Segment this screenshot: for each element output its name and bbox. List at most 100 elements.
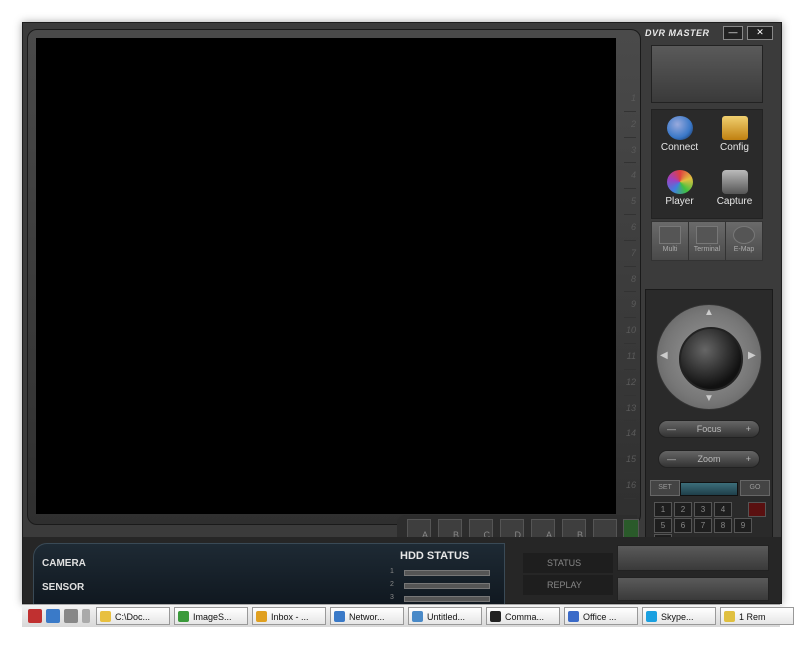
taskbar-item[interactable]: ImageS... xyxy=(174,607,248,625)
taskbar-item-label: Office ... xyxy=(583,612,617,622)
replay-tab[interactable]: REPLAY xyxy=(523,575,613,595)
channel-button[interactable]: 8 xyxy=(624,267,636,293)
video-frame: 1 2 3 4 5 6 7 8 9 10 11 12 13 14 15 16 xyxy=(27,29,641,525)
emap-label: E-Map xyxy=(733,246,755,253)
close-button[interactable]: ✕ xyxy=(747,26,773,40)
channel-button[interactable]: 13 xyxy=(624,396,636,422)
taskbar-app-icon xyxy=(178,611,189,622)
arrow-down-icon[interactable]: ▼ xyxy=(704,393,714,404)
arrow-up-icon[interactable]: ▲ xyxy=(704,307,714,318)
camera-label: CAMERA xyxy=(42,558,86,569)
channel-button[interactable]: 5 xyxy=(624,189,636,215)
preset-key[interactable]: 8 xyxy=(714,518,732,533)
preset-key[interactable]: 5 xyxy=(654,518,672,533)
config-button[interactable]: Config xyxy=(707,110,762,164)
sub-function-panel: Multi Terminal E-Map xyxy=(651,221,763,261)
player-button[interactable]: Player xyxy=(652,164,707,218)
ptz-joystick[interactable] xyxy=(679,327,743,391)
channel-button[interactable]: 7 xyxy=(624,241,636,267)
channel-button[interactable]: 10 xyxy=(624,318,636,344)
taskbar-app-icon xyxy=(256,611,267,622)
quicklaunch-vlc-icon[interactable] xyxy=(28,609,42,623)
taskbar-item[interactable]: Untitled... xyxy=(408,607,482,625)
zoom-control[interactable]: — Zoom + xyxy=(658,450,760,468)
channel-button[interactable]: 4 xyxy=(624,163,636,190)
channel-button[interactable]: 6 xyxy=(624,215,636,241)
function-panel: Connect Config Player Capture xyxy=(651,109,763,219)
channel-button[interactable]: 2 xyxy=(624,112,636,138)
hdd-status-title: HDD STATUS xyxy=(400,550,470,562)
focus-plus[interactable]: + xyxy=(746,421,751,437)
video-display[interactable] xyxy=(36,38,616,514)
channel-button[interactable]: 1 xyxy=(624,86,636,112)
preset-key[interactable]: 3 xyxy=(694,502,712,517)
channel-button[interactable]: 12 xyxy=(624,370,636,396)
compass-icon xyxy=(733,226,755,244)
focus-label: Focus xyxy=(696,424,722,434)
sensor-label: SENSOR xyxy=(42,582,85,593)
taskbar-app-icon xyxy=(724,611,735,622)
taskbar-item-label: Untitled... xyxy=(427,612,466,622)
quicklaunch-more-icon[interactable] xyxy=(82,609,90,623)
set-button[interactable]: SET xyxy=(650,480,680,496)
taskbar-item[interactable]: Office ... xyxy=(564,607,638,625)
player-label: Player xyxy=(665,196,694,207)
taskbar-item[interactable]: Skype... xyxy=(642,607,716,625)
taskbar-item-label: Networ... xyxy=(349,612,385,622)
channel-button[interactable]: 9 xyxy=(624,292,636,319)
channel-button[interactable]: 11 xyxy=(624,344,636,370)
quicklaunch-ie-icon[interactable] xyxy=(46,609,60,623)
zoom-minus[interactable]: — xyxy=(667,451,676,467)
quicklaunch-tool-icon[interactable] xyxy=(64,609,78,623)
zoom-plus[interactable]: + xyxy=(746,451,751,467)
taskbar-app-icon xyxy=(646,611,657,622)
taskbar-item[interactable]: 1 Rem xyxy=(720,607,794,625)
preset-key[interactable]: 9 xyxy=(734,518,752,533)
preset-key[interactable]: 4 xyxy=(714,502,732,517)
status-tab[interactable]: STATUS xyxy=(523,553,613,573)
windows-taskbar: C:\Doc... ImageS... Inbox - ... Networ... Un… xyxy=(22,604,794,627)
terminal-icon xyxy=(696,226,718,244)
preset-key[interactable]: 7 xyxy=(694,518,712,533)
config-icon xyxy=(721,116,748,140)
channel-button[interactable]: 15 xyxy=(624,447,636,473)
channel-button[interactable]: 14 xyxy=(624,421,636,448)
minimize-button[interactable]: — xyxy=(723,26,743,40)
hdd-bar xyxy=(404,596,490,602)
globe-icon xyxy=(666,116,693,140)
arrow-right-icon[interactable]: ▶ xyxy=(748,350,756,361)
focus-minus[interactable]: — xyxy=(667,421,676,437)
taskbar-item[interactable]: Inbox - ... xyxy=(252,607,326,625)
emap-button[interactable]: E-Map xyxy=(725,221,763,261)
taskbar-item[interactable]: Comma... xyxy=(486,607,560,625)
camera-sensor-panel: CAMERA SENSOR HDD STATUS 1 2 3 xyxy=(33,543,505,605)
right-status-box xyxy=(617,545,769,571)
arrow-left-icon[interactable]: ◀ xyxy=(660,350,668,361)
hdd-bar xyxy=(404,570,490,576)
taskbar-item[interactable]: Networ... xyxy=(330,607,404,625)
taskbar-item-label: Comma... xyxy=(505,612,545,622)
preset-key[interactable]: 2 xyxy=(674,502,692,517)
channel-button[interactable]: 16 xyxy=(624,473,636,499)
taskbar-item-label: ImageS... xyxy=(193,612,232,622)
multi-button[interactable]: Multi xyxy=(651,221,689,261)
clear-key[interactable] xyxy=(748,502,766,517)
go-button[interactable]: GO xyxy=(740,480,770,496)
channel-button[interactable]: 3 xyxy=(624,138,636,164)
multi-label: Multi xyxy=(662,246,678,253)
right-replay-box xyxy=(617,577,769,601)
preset-key[interactable]: 1 xyxy=(654,502,672,517)
ptz-direction-ring[interactable]: ▲ ▼ ◀ ▶ xyxy=(656,304,762,410)
multi-screen-icon xyxy=(659,226,681,244)
taskbar-app-icon xyxy=(100,611,111,622)
hdd-number: 2 xyxy=(390,581,394,588)
preset-key[interactable]: 6 xyxy=(674,518,692,533)
taskbar-item[interactable]: C:\Doc... xyxy=(96,607,170,625)
connect-button[interactable]: Connect xyxy=(652,110,707,164)
camera-icon xyxy=(721,170,748,194)
preset-display xyxy=(680,482,738,496)
capture-label: Capture xyxy=(716,196,753,207)
focus-control[interactable]: — Focus + xyxy=(658,420,760,438)
terminal-button[interactable]: Terminal xyxy=(688,221,726,261)
capture-button[interactable]: Capture xyxy=(707,164,762,218)
